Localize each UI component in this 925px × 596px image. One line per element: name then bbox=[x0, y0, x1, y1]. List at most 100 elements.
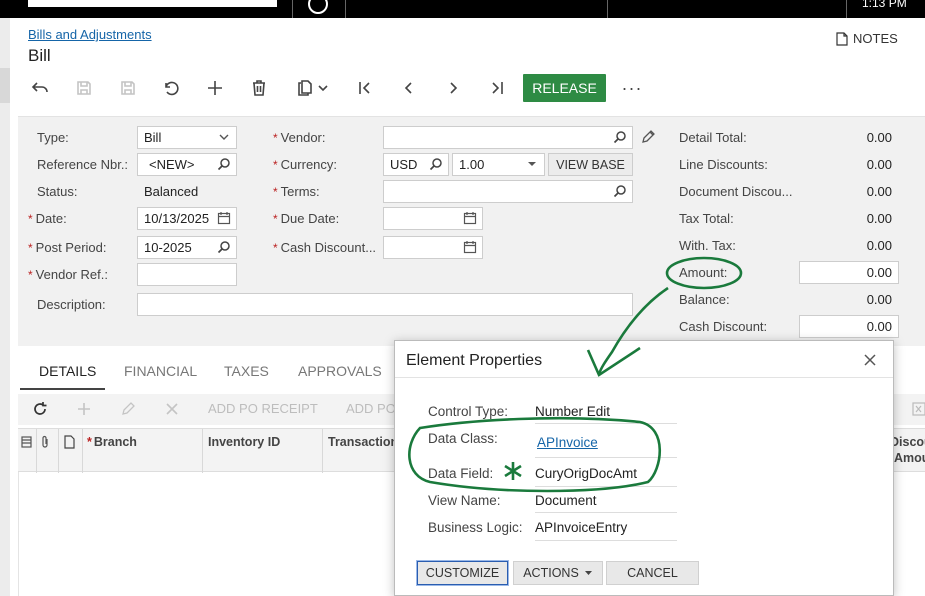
customize-button[interactable]: CUSTOMIZE bbox=[416, 560, 509, 586]
field-underline bbox=[535, 540, 677, 541]
left-rail-handle[interactable] bbox=[0, 68, 10, 103]
save-icon bbox=[121, 81, 135, 95]
control-type-label: Control Type: bbox=[428, 404, 509, 419]
date-field[interactable]: 10/13/2025 bbox=[137, 207, 237, 230]
view-base-button[interactable]: VIEW BASE bbox=[548, 153, 633, 176]
chevron-down-icon bbox=[219, 134, 229, 140]
currency-selector[interactable]: USD bbox=[383, 153, 449, 176]
column-header-inventory-id[interactable]: Inventory ID bbox=[208, 435, 280, 449]
postperiod-selector[interactable]: 10-2025 bbox=[137, 236, 237, 259]
vendor-label: * Vendor: bbox=[273, 130, 326, 145]
view-name-value: Document bbox=[535, 493, 597, 508]
dialog-title: Element Properties bbox=[406, 352, 543, 369]
column-header-branch[interactable]: * Branch bbox=[87, 435, 137, 449]
data-field-value: CuryOrigDocAmt bbox=[535, 466, 638, 481]
field-underline bbox=[535, 457, 677, 458]
left-rail bbox=[0, 18, 10, 596]
type-select[interactable]: Bill bbox=[137, 126, 237, 149]
vendorref-label-text: Vendor Ref.: bbox=[35, 267, 108, 282]
cancel-changes-button[interactable] bbox=[157, 74, 185, 102]
search-icon[interactable] bbox=[613, 184, 627, 198]
refnbr-selector[interactable]: <NEW> bbox=[137, 153, 237, 176]
column-header-discount[interactable]: Discou bbox=[890, 435, 925, 449]
vendor-label-text: Vendor: bbox=[280, 130, 326, 145]
duedate-label-text: Due Date: bbox=[280, 211, 340, 226]
duedate-field[interactable] bbox=[383, 207, 483, 230]
vendorref-input[interactable] bbox=[137, 263, 237, 286]
search-icon[interactable] bbox=[217, 240, 231, 254]
tax-total-value: 0.00 bbox=[866, 211, 892, 226]
calendar-icon[interactable] bbox=[217, 211, 231, 225]
postperiod-label: * Post Period: bbox=[28, 240, 107, 255]
element-properties-dialog: Element Properties Control Type: Number … bbox=[394, 340, 894, 596]
calendar-icon[interactable] bbox=[463, 240, 477, 254]
column-header-transaction[interactable]: Transaction bbox=[328, 435, 398, 449]
amount-input[interactable]: 0.00 bbox=[799, 261, 899, 284]
trash-icon bbox=[253, 80, 265, 96]
calendar-icon[interactable] bbox=[463, 211, 477, 225]
amount-label: Amount: bbox=[679, 265, 728, 280]
branch-header-text: Branch bbox=[93, 435, 137, 449]
document-discount-value: 0.00 bbox=[866, 184, 892, 199]
search-icon[interactable] bbox=[429, 157, 443, 171]
export-excel-icon[interactable] bbox=[912, 402, 925, 416]
chevron-down-icon bbox=[318, 85, 328, 92]
save-icon bbox=[77, 81, 91, 95]
undo-arrow-icon bbox=[31, 82, 48, 93]
back-button[interactable] bbox=[26, 74, 54, 102]
search-icon[interactable] bbox=[217, 157, 231, 171]
more-actions-button[interactable]: ··· bbox=[618, 74, 646, 102]
dialog-divider bbox=[395, 377, 893, 378]
first-record-button[interactable] bbox=[351, 74, 379, 102]
add-row-icon[interactable] bbox=[76, 401, 92, 417]
close-icon[interactable] bbox=[861, 351, 879, 369]
description-input[interactable] bbox=[137, 293, 633, 316]
cancel-button[interactable]: CANCEL bbox=[606, 561, 699, 585]
column-header-amount[interactable]: Amou bbox=[894, 451, 925, 465]
tab-financial[interactable]: FINANCIAL bbox=[124, 363, 197, 379]
data-class-link[interactable]: APInvoice bbox=[537, 435, 598, 450]
save-close-button[interactable] bbox=[70, 74, 98, 102]
data-class-label: Data Class: bbox=[428, 431, 498, 446]
vendor-selector[interactable] bbox=[383, 126, 633, 149]
save-button[interactable] bbox=[114, 74, 142, 102]
column-divider bbox=[58, 429, 59, 473]
release-button[interactable]: RELEASE bbox=[523, 74, 606, 102]
cashdisc-date-field[interactable] bbox=[383, 236, 483, 259]
last-record-button[interactable] bbox=[483, 74, 511, 102]
date-label: * Date: bbox=[28, 211, 67, 226]
help-icon[interactable] bbox=[308, 0, 328, 14]
previous-record-button[interactable] bbox=[395, 74, 423, 102]
add-po-receipt-button[interactable]: ADD PO RECEIPT bbox=[208, 401, 318, 416]
tab-details[interactable]: DETAILS bbox=[39, 363, 96, 379]
attachment-icon bbox=[42, 435, 48, 448]
add-new-button[interactable] bbox=[201, 74, 229, 102]
search-icon[interactable] bbox=[613, 130, 627, 144]
cashdisc-label: * Cash Discount... bbox=[273, 240, 377, 255]
currency-label-text: Currency: bbox=[280, 157, 338, 172]
clipboard-menu-button[interactable] bbox=[290, 74, 336, 102]
currency-rate-select[interactable]: 1.00 bbox=[452, 153, 545, 176]
add-po-button[interactable]: ADD PO bbox=[346, 401, 396, 416]
delete-row-icon[interactable] bbox=[164, 401, 180, 417]
top-bar: 1:13 PM bbox=[0, 0, 925, 18]
notes-button[interactable]: NOTES bbox=[836, 31, 898, 46]
search-box[interactable] bbox=[28, 0, 277, 7]
tab-taxes[interactable]: TAXES bbox=[224, 363, 269, 379]
next-record-button[interactable] bbox=[439, 74, 467, 102]
with-tax-value: 0.00 bbox=[866, 238, 892, 253]
edit-icon[interactable] bbox=[120, 401, 136, 417]
cash-discount-input[interactable]: 0.00 bbox=[799, 315, 899, 338]
terms-label-text: Terms: bbox=[280, 184, 320, 199]
tab-approvals[interactable]: APPROVALS bbox=[298, 363, 382, 379]
terms-selector[interactable] bbox=[383, 180, 633, 203]
control-type-value: Number Edit bbox=[535, 404, 611, 419]
active-tab-indicator bbox=[20, 388, 105, 390]
data-field-label: Data Field: bbox=[428, 466, 494, 481]
column-divider bbox=[322, 429, 323, 473]
breadcrumb[interactable]: Bills and Adjustments bbox=[28, 27, 152, 42]
actions-menu-button[interactable]: ACTIONS bbox=[513, 561, 603, 585]
pencil-icon[interactable] bbox=[640, 129, 656, 145]
refresh-icon[interactable] bbox=[32, 401, 48, 417]
delete-button[interactable] bbox=[245, 74, 273, 102]
